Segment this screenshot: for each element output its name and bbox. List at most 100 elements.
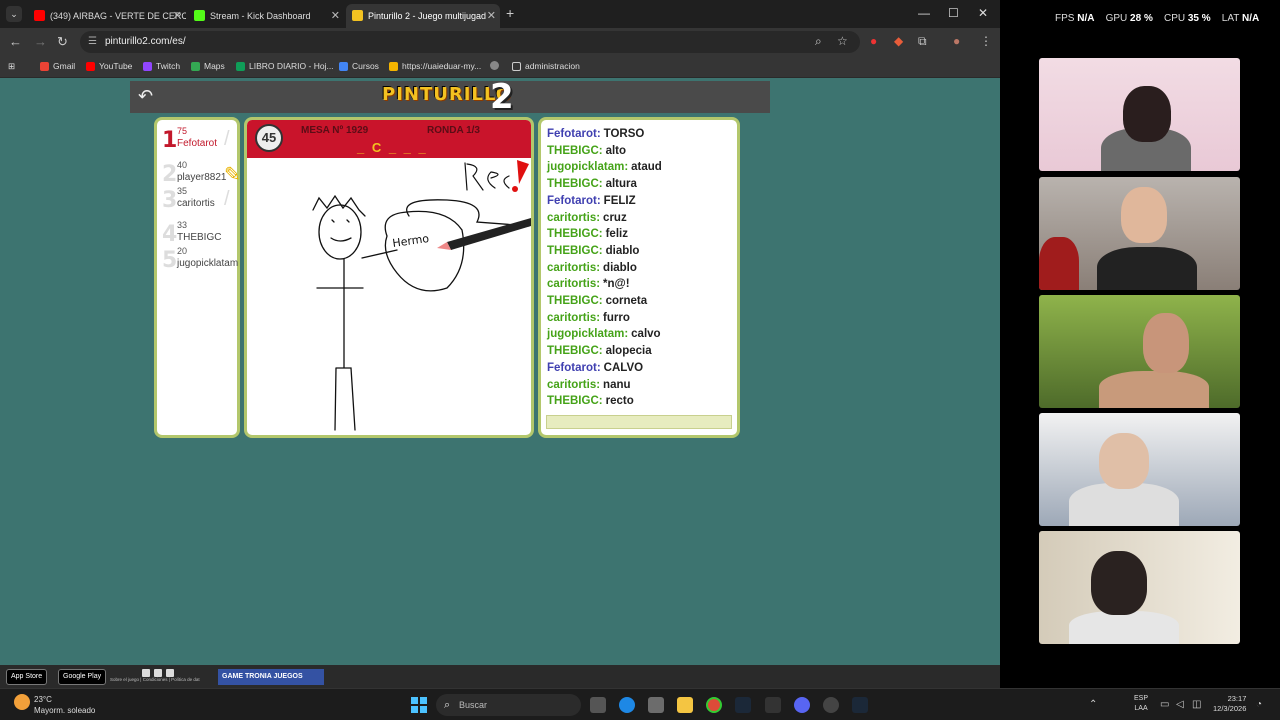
new-tab-button[interactable]: + — [506, 5, 514, 21]
site-info-icon[interactable]: ☰ — [88, 31, 97, 53]
lat-label: LAT — [1221, 13, 1240, 24]
player-name: caritortis — [177, 198, 215, 209]
game-header: ↶ PINTURILLO 2 — [130, 77, 770, 117]
facebook-icon[interactable] — [154, 669, 162, 677]
bookmark-maps[interactable]: Maps — [191, 61, 225, 71]
folder-icon — [512, 61, 521, 71]
battery-icon[interactable]: ◫ — [1192, 699, 1201, 710]
social-icon[interactable] — [142, 669, 150, 677]
maximize-button[interactable]: ☐ — [948, 6, 959, 20]
bookmark-youtube[interactable]: YouTube — [86, 61, 132, 71]
drawing-blob — [384, 210, 465, 292]
chat-input[interactable] — [546, 415, 732, 429]
drawing-hair — [312, 194, 366, 217]
chat-message: Fefotarot: TORSO — [547, 128, 644, 140]
chat-message: jugopicklatam: ataud — [547, 161, 662, 173]
store-icon[interactable] — [648, 697, 664, 713]
google-play-badge[interactable]: Google Play — [58, 669, 107, 685]
promo-banner[interactable]: GAME TRONIA JUEGOS ONLINE — [218, 669, 324, 696]
forward-button[interactable]: → — [34, 34, 47, 49]
reload-button[interactable]: ↻ — [57, 34, 68, 50]
player-points: 40 — [177, 160, 188, 170]
app-store-badge[interactable]: App Store — [6, 669, 48, 685]
tray-overflow-icon[interactable]: ⌃ — [1089, 699, 1097, 710]
chat-username: THEBIGC: — [547, 228, 603, 241]
maps-icon — [191, 61, 200, 71]
gpu-value: 28 % — [1130, 13, 1153, 24]
discord-icon[interactable] — [794, 697, 810, 713]
notifications-icon[interactable]: ◔ — [1256, 699, 1262, 710]
bookmark-twitch[interactable]: Twitch — [143, 61, 180, 71]
apps-grid-icon[interactable]: ⊞ — [8, 61, 15, 72]
taskbar-search[interactable]: ⌕ Buscar — [436, 694, 581, 716]
back-button[interactable]: ← — [9, 34, 22, 49]
file-explorer-icon[interactable] — [677, 697, 693, 713]
kick-icon — [194, 10, 205, 21]
steam-icon-2[interactable] — [852, 697, 868, 713]
minimize-button[interactable]: — — [918, 6, 930, 20]
chat-text: furro — [603, 311, 630, 324]
close-tab-icon[interactable]: ✕ — [173, 9, 182, 22]
epic-games-icon[interactable] — [765, 697, 781, 713]
timer: 45 — [255, 124, 283, 152]
bookmark-libro-diario[interactable]: LIBRO DIARIO - Hoj... — [236, 61, 334, 71]
system-clock[interactable]: 23:17 12/3/2026 — [1213, 694, 1246, 714]
volume-icon[interactable]: ◁ — [1176, 699, 1184, 710]
chat-message: THEBIGC: diablo — [547, 245, 639, 257]
bookmark-uaieduar[interactable]: https://uaieduar-my... — [389, 61, 481, 71]
bookmark-cursos[interactable]: Cursos — [339, 61, 379, 71]
youtube-icon — [34, 10, 45, 21]
extension-red-icon[interactable]: ● — [870, 34, 877, 48]
person-body — [1097, 247, 1197, 290]
extensions-icon[interactable]: ⧉ — [918, 34, 927, 49]
chrome-icon[interactable] — [706, 697, 722, 713]
x-icon[interactable] — [166, 669, 174, 677]
bookmark-globe[interactable] — [490, 61, 499, 70]
chat-message: THEBIGC: alopecia — [547, 345, 652, 357]
drawing-canvas[interactable]: Hermo — [247, 158, 531, 435]
footer-links[interactable]: Sobre el juego | Condiciones | Política … — [110, 677, 200, 682]
bookmark-label: Cursos — [352, 61, 379, 71]
obs-icon[interactable] — [823, 697, 839, 713]
bookmark-label: LIBRO DIARIO - Hoj... — [249, 61, 334, 71]
close-tab-icon[interactable]: ✕ — [487, 9, 496, 22]
cpu-label: CPU — [1163, 13, 1186, 24]
tab-youtube[interactable]: (349) AIRBAG - VERTE DE CERC ✕ — [28, 4, 186, 28]
bookmark-star-icon[interactable]: ☆ — [837, 34, 848, 48]
chat-text: alto — [605, 144, 627, 157]
extension-fox-icon[interactable]: ◆ — [894, 34, 903, 48]
browser-menu-icon[interactable]: ⋮ — [980, 34, 992, 48]
weather-widget[interactable]: 23°C Mayorm. soleado — [34, 694, 95, 716]
drawing-exclamation — [517, 160, 529, 184]
chat-message: caritortis: *n@! — [547, 278, 630, 290]
tab-kick[interactable]: Stream - Kick Dashboard ✕ — [188, 4, 344, 28]
drawing-rec-text — [464, 162, 510, 191]
tab-search-button[interactable]: ⌄ — [6, 6, 22, 22]
chat-message: THEBIGC: alto — [547, 145, 626, 157]
network-icon[interactable]: ▭ — [1160, 699, 1169, 710]
player-rank: 1 — [162, 128, 178, 153]
bookmark-administracion[interactable]: administracion — [512, 61, 580, 71]
edge-icon[interactable] — [619, 697, 635, 713]
profile-avatar[interactable]: ● — [953, 34, 960, 48]
task-view-icon[interactable] — [590, 697, 606, 713]
weather-icon[interactable] — [14, 694, 30, 710]
language-indicator[interactable]: ESP LAA — [1134, 694, 1148, 714]
chat-username: THEBIGC: — [547, 395, 603, 408]
close-window-button[interactable]: ✕ — [978, 6, 988, 20]
zoom-icon[interactable]: ⌕ — [815, 34, 822, 49]
steam-icon[interactable] — [735, 697, 751, 713]
start-button[interactable] — [411, 697, 427, 713]
webcam-5 — [1039, 531, 1240, 644]
chat-message: caritortis: nanu — [547, 379, 631, 391]
webcam-2 — [1039, 177, 1240, 290]
drawing-cloud — [406, 199, 530, 227]
chat-username: caritortis: — [547, 278, 601, 291]
back-arrow-icon[interactable]: ↶ — [138, 86, 153, 107]
browser-window: ⌄ (349) AIRBAG - VERTE DE CERC ✕ Stream … — [0, 0, 1000, 696]
twitch-icon — [143, 61, 152, 71]
tab-pinturillo[interactable]: Pinturillo 2 - Juego multijugad ✕ — [346, 4, 500, 28]
address-bar[interactable]: ☰ pinturillo2.com/es/ — [80, 31, 860, 53]
bookmark-gmail[interactable]: Gmail — [40, 61, 75, 71]
close-tab-icon[interactable]: ✕ — [331, 9, 340, 22]
